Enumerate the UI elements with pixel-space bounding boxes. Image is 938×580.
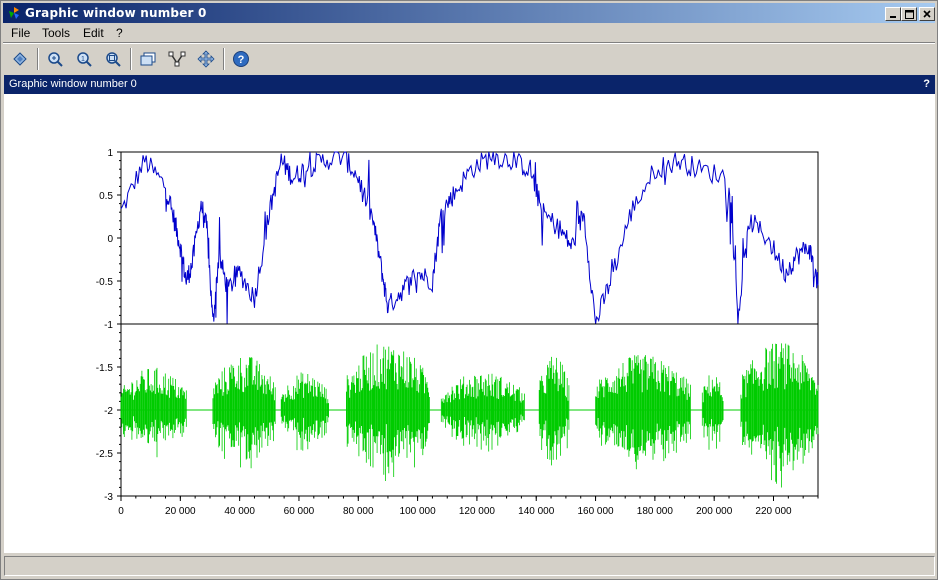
x-tick-label: 120 000	[459, 506, 496, 517]
y-tick-label: 0	[107, 234, 113, 245]
datatip-icon	[168, 51, 186, 67]
status-bar	[4, 556, 935, 576]
zoom-region-icon	[106, 52, 121, 67]
rotate-icon	[13, 52, 27, 66]
graphic-window: Graphic window number 0 File Tools Edit …	[0, 0, 938, 580]
x-tick-label: 100 000	[400, 506, 437, 517]
zoom-reset-button[interactable]: 1	[72, 47, 96, 71]
y-tick-label: 1	[107, 148, 113, 159]
series-burst	[346, 344, 430, 481]
toolbar-separator	[130, 48, 132, 70]
new-window-icon	[140, 52, 156, 66]
series-burst	[120, 367, 187, 458]
x-tick-label: 20 000	[165, 506, 196, 517]
datatip-button[interactable]	[165, 47, 189, 71]
dock-title-bar[interactable]: Graphic window number 0 ?	[4, 75, 935, 94]
y-tick-label: -3	[104, 492, 113, 503]
series-burst	[212, 357, 276, 469]
series-group-1	[120, 343, 819, 488]
zoom-icon	[48, 52, 63, 67]
series-group-0	[120, 151, 819, 325]
dock-help-icon[interactable]: ?	[923, 78, 930, 90]
zoom-reset-icon: 1	[77, 52, 92, 67]
y-tick-label: -2.5	[96, 449, 114, 460]
maximize-button[interactable]	[901, 7, 917, 21]
x-tick-label: 0	[118, 506, 124, 517]
help-icon: ?	[233, 51, 249, 67]
scilab-app-icon	[9, 7, 19, 19]
pan-icon	[197, 50, 215, 68]
x-tick-label: 200 000	[696, 506, 733, 517]
menu-edit[interactable]: Edit	[83, 26, 104, 40]
series-burst	[701, 375, 724, 450]
x-tick-label: 40 000	[224, 506, 255, 517]
x-tick-label: 60 000	[284, 506, 315, 517]
menu-help[interactable]: ?	[116, 26, 123, 40]
toolbar-separator	[223, 48, 225, 70]
y-tick-label: -1	[104, 320, 113, 331]
close-icon	[923, 10, 931, 18]
toolbar-separator	[37, 48, 39, 70]
rotate-button[interactable]	[8, 47, 32, 71]
series-burst	[440, 373, 525, 452]
x-tick-label: 80 000	[343, 506, 374, 517]
y-tick-label: -0.5	[96, 277, 114, 288]
series-burst	[280, 372, 329, 451]
menu-bar: File Tools Edit ?	[3, 24, 935, 42]
window-title: Graphic window number 0	[25, 6, 207, 20]
series-burst	[740, 343, 819, 488]
title-bar[interactable]: Graphic window number 0	[3, 3, 935, 23]
toolbar: 1 ?	[3, 44, 935, 73]
axes-frame-0	[120, 151, 819, 325]
y-tick-label: -2	[104, 406, 113, 417]
x-tick-label: 140 000	[518, 506, 555, 517]
series-burst	[595, 355, 691, 470]
series-line	[120, 151, 819, 325]
minimize-button[interactable]	[885, 7, 901, 21]
y-tick-label: -1.5	[96, 363, 114, 374]
plot-area[interactable]: -1 -0.5 0 0.5 1 -3 -2.5 -2 -1.5 0 20 000 40 000 60 0…	[4, 94, 935, 553]
x-tick-label: 220 000	[755, 506, 792, 517]
menu-tools[interactable]: Tools	[42, 26, 70, 40]
pan-button[interactable]	[194, 47, 218, 71]
zoom-button[interactable]	[43, 47, 67, 71]
y-tick-label: 0.5	[99, 191, 113, 202]
minimize-icon	[890, 16, 896, 18]
graphic-canvas[interactable]: -1 -0.5 0 0.5 1 -3 -2.5 -2 -1.5 0 20 000 40 000 60 0…	[4, 94, 935, 553]
close-button[interactable]	[919, 7, 935, 21]
menu-file[interactable]: File	[11, 26, 30, 40]
svg-text:1: 1	[81, 56, 85, 63]
svg-text:?: ?	[238, 54, 245, 66]
dock-title: Graphic window number 0	[9, 78, 137, 90]
x-tick-label: 160 000	[577, 506, 614, 517]
zoom-region-button[interactable]	[101, 47, 125, 71]
new-window-button[interactable]	[136, 47, 160, 71]
help-button[interactable]: ?	[229, 47, 253, 71]
series-burst	[538, 356, 570, 466]
x-tick-label: 180 000	[637, 506, 674, 517]
maximize-icon	[904, 9, 914, 19]
